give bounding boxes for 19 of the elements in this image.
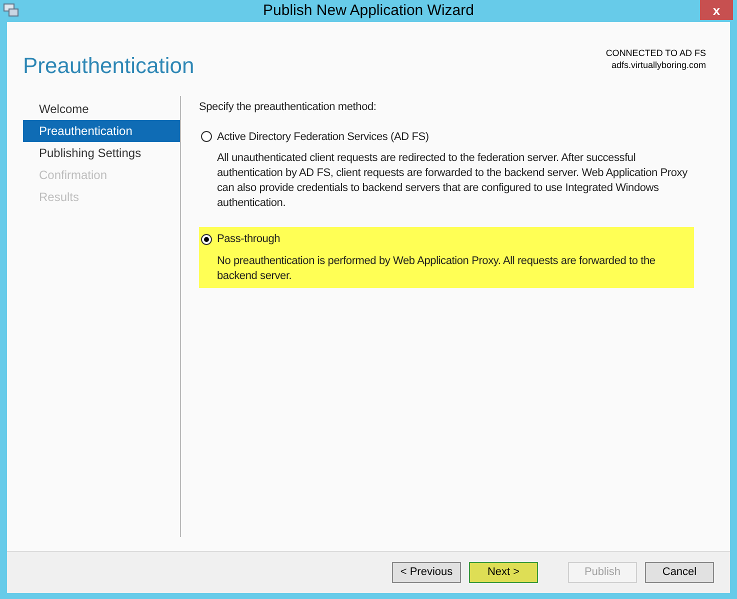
radio-button[interactable] bbox=[201, 234, 212, 245]
wizard-button[interactable]: Next > bbox=[469, 562, 538, 583]
wizard-button[interactable]: Cancel bbox=[645, 562, 714, 583]
wizard-button[interactable]: < Previous bbox=[392, 562, 461, 583]
prompt-text: Specify the preauthentication method: bbox=[199, 100, 378, 115]
step-item[interactable]: Preauthentication bbox=[23, 120, 180, 142]
radio-button[interactable] bbox=[201, 131, 212, 142]
close-button[interactable]: x bbox=[700, 0, 733, 20]
option-label[interactable]: Pass-through bbox=[217, 231, 280, 248]
option-label[interactable]: Active Directory Federation Services (AD FS) bbox=[217, 128, 429, 145]
app-icon[interactable] bbox=[3, 3, 19, 17]
page-title: Preauthentication bbox=[23, 52, 194, 80]
step-item[interactable]: Publishing Settings bbox=[23, 142, 180, 164]
server-name: adfs.virtuallyboring.com bbox=[611, 59, 706, 71]
option-description: No preauthentication is performed by Web Application Proxy. All requests are forwarded to the backend server. bbox=[216, 254, 656, 284]
option-description: All unauthenticated client requests are redirected to the federation server. After successful authentication by AD FS, client requests are forwarded to the backend server. Web Application Proxy can also provide credentials to backend servers that are configured to use Integrated Windows authentication. bbox=[216, 151, 688, 211]
connection-status: CONNECTED TO AD FS bbox=[606, 47, 706, 59]
step-item[interactable]: Welcome bbox=[23, 98, 180, 120]
window-title: Publish New Application Wizard bbox=[263, 0, 474, 21]
